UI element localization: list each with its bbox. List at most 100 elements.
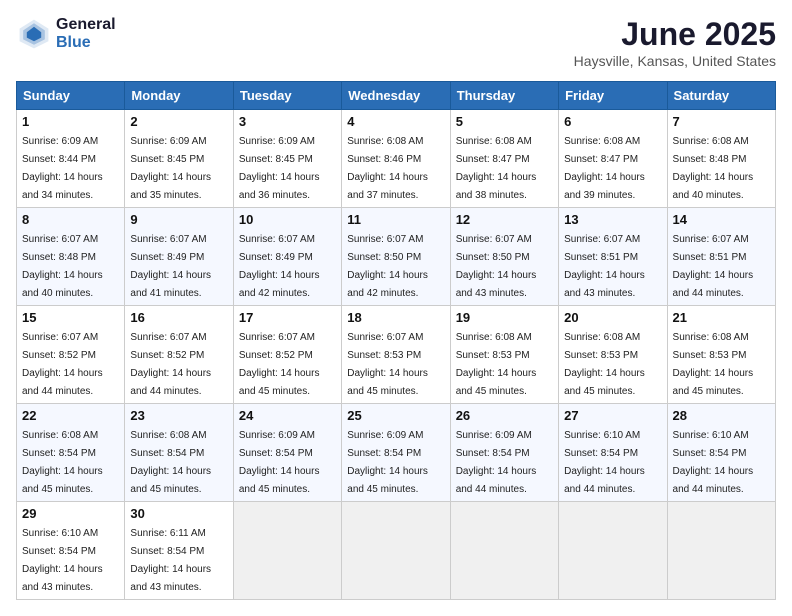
calendar-header-row: SundayMondayTuesdayWednesdayThursdayFrid… (17, 82, 776, 110)
logo-general: General (56, 16, 116, 34)
day-number: 30 (130, 506, 227, 521)
day-info: Sunrise: 6:08 AMSunset: 8:47 PMDaylight:… (564, 136, 645, 201)
day-info: Sunrise: 6:11 AMSunset: 8:54 PMDaylight:… (130, 528, 211, 593)
day-of-week-header: Wednesday (342, 82, 450, 110)
day-info: Sunrise: 6:09 AMSunset: 8:45 PMDaylight:… (130, 136, 211, 201)
day-number: 1 (22, 114, 119, 129)
day-number: 11 (347, 212, 444, 227)
calendar-day-cell (450, 502, 558, 600)
day-of-week-header: Tuesday (233, 82, 341, 110)
calendar-day-cell: 3 Sunrise: 6:09 AMSunset: 8:45 PMDayligh… (233, 110, 341, 208)
calendar-week-row: 22 Sunrise: 6:08 AMSunset: 8:54 PMDaylig… (17, 404, 776, 502)
calendar-day-cell: 15 Sunrise: 6:07 AMSunset: 8:52 PMDaylig… (17, 306, 125, 404)
calendar-day-cell: 25 Sunrise: 6:09 AMSunset: 8:54 PMDaylig… (342, 404, 450, 502)
day-number: 8 (22, 212, 119, 227)
day-info: Sunrise: 6:09 AMSunset: 8:45 PMDaylight:… (239, 136, 320, 201)
day-of-week-header: Saturday (667, 82, 775, 110)
day-number: 2 (130, 114, 227, 129)
day-number: 28 (673, 408, 770, 423)
calendar-day-cell: 6 Sunrise: 6:08 AMSunset: 8:47 PMDayligh… (559, 110, 667, 208)
day-number: 21 (673, 310, 770, 325)
day-info: Sunrise: 6:09 AMSunset: 8:44 PMDaylight:… (22, 136, 103, 201)
day-number: 18 (347, 310, 444, 325)
calendar-week-row: 29 Sunrise: 6:10 AMSunset: 8:54 PMDaylig… (17, 502, 776, 600)
day-info: Sunrise: 6:08 AMSunset: 8:46 PMDaylight:… (347, 136, 428, 201)
day-info: Sunrise: 6:07 AMSunset: 8:52 PMDaylight:… (130, 332, 211, 397)
day-number: 20 (564, 310, 661, 325)
day-info: Sunrise: 6:08 AMSunset: 8:53 PMDaylight:… (564, 332, 645, 397)
day-of-week-header: Sunday (17, 82, 125, 110)
title-section: June 2025 Haysville, Kansas, United Stat… (574, 16, 776, 69)
day-number: 7 (673, 114, 770, 129)
day-info: Sunrise: 6:07 AMSunset: 8:52 PMDaylight:… (22, 332, 103, 397)
day-info: Sunrise: 6:10 AMSunset: 8:54 PMDaylight:… (564, 430, 645, 495)
day-info: Sunrise: 6:07 AMSunset: 8:53 PMDaylight:… (347, 332, 428, 397)
calendar-day-cell: 26 Sunrise: 6:09 AMSunset: 8:54 PMDaylig… (450, 404, 558, 502)
calendar-day-cell: 11 Sunrise: 6:07 AMSunset: 8:50 PMDaylig… (342, 208, 450, 306)
day-info: Sunrise: 6:07 AMSunset: 8:48 PMDaylight:… (22, 234, 103, 299)
calendar-day-cell: 20 Sunrise: 6:08 AMSunset: 8:53 PMDaylig… (559, 306, 667, 404)
calendar-day-cell: 17 Sunrise: 6:07 AMSunset: 8:52 PMDaylig… (233, 306, 341, 404)
calendar-day-cell: 1 Sunrise: 6:09 AMSunset: 8:44 PMDayligh… (17, 110, 125, 208)
logo: General Blue (16, 16, 116, 52)
calendar-day-cell: 2 Sunrise: 6:09 AMSunset: 8:45 PMDayligh… (125, 110, 233, 208)
logo-blue: Blue (56, 34, 116, 52)
day-number: 14 (673, 212, 770, 227)
day-info: Sunrise: 6:08 AMSunset: 8:53 PMDaylight:… (673, 332, 754, 397)
day-info: Sunrise: 6:07 AMSunset: 8:49 PMDaylight:… (130, 234, 211, 299)
logo-icon (16, 16, 52, 52)
day-number: 19 (456, 310, 553, 325)
day-number: 17 (239, 310, 336, 325)
day-info: Sunrise: 6:09 AMSunset: 8:54 PMDaylight:… (239, 430, 320, 495)
calendar-day-cell (233, 502, 341, 600)
logo-text: General Blue (56, 16, 116, 51)
day-number: 23 (130, 408, 227, 423)
calendar-day-cell: 9 Sunrise: 6:07 AMSunset: 8:49 PMDayligh… (125, 208, 233, 306)
calendar-day-cell: 19 Sunrise: 6:08 AMSunset: 8:53 PMDaylig… (450, 306, 558, 404)
day-number: 10 (239, 212, 336, 227)
day-number: 12 (456, 212, 553, 227)
day-info: Sunrise: 6:09 AMSunset: 8:54 PMDaylight:… (456, 430, 537, 495)
day-number: 9 (130, 212, 227, 227)
calendar-day-cell: 22 Sunrise: 6:08 AMSunset: 8:54 PMDaylig… (17, 404, 125, 502)
day-of-week-header: Thursday (450, 82, 558, 110)
day-info: Sunrise: 6:09 AMSunset: 8:54 PMDaylight:… (347, 430, 428, 495)
calendar-day-cell (342, 502, 450, 600)
day-of-week-header: Monday (125, 82, 233, 110)
day-info: Sunrise: 6:08 AMSunset: 8:47 PMDaylight:… (456, 136, 537, 201)
calendar-table: SundayMondayTuesdayWednesdayThursdayFrid… (16, 81, 776, 600)
day-info: Sunrise: 6:07 AMSunset: 8:52 PMDaylight:… (239, 332, 320, 397)
calendar-day-cell: 8 Sunrise: 6:07 AMSunset: 8:48 PMDayligh… (17, 208, 125, 306)
day-info: Sunrise: 6:08 AMSunset: 8:53 PMDaylight:… (456, 332, 537, 397)
day-info: Sunrise: 6:08 AMSunset: 8:48 PMDaylight:… (673, 136, 754, 201)
calendar-day-cell: 29 Sunrise: 6:10 AMSunset: 8:54 PMDaylig… (17, 502, 125, 600)
day-info: Sunrise: 6:07 AMSunset: 8:49 PMDaylight:… (239, 234, 320, 299)
day-number: 6 (564, 114, 661, 129)
calendar-day-cell (559, 502, 667, 600)
calendar-day-cell: 18 Sunrise: 6:07 AMSunset: 8:53 PMDaylig… (342, 306, 450, 404)
month-title: June 2025 (574, 16, 776, 53)
day-number: 24 (239, 408, 336, 423)
calendar-day-cell: 16 Sunrise: 6:07 AMSunset: 8:52 PMDaylig… (125, 306, 233, 404)
calendar-day-cell: 30 Sunrise: 6:11 AMSunset: 8:54 PMDaylig… (125, 502, 233, 600)
calendar-day-cell: 5 Sunrise: 6:08 AMSunset: 8:47 PMDayligh… (450, 110, 558, 208)
day-info: Sunrise: 6:07 AMSunset: 8:50 PMDaylight:… (456, 234, 537, 299)
calendar-week-row: 15 Sunrise: 6:07 AMSunset: 8:52 PMDaylig… (17, 306, 776, 404)
day-info: Sunrise: 6:07 AMSunset: 8:51 PMDaylight:… (564, 234, 645, 299)
calendar-day-cell: 4 Sunrise: 6:08 AMSunset: 8:46 PMDayligh… (342, 110, 450, 208)
day-number: 27 (564, 408, 661, 423)
calendar-day-cell: 14 Sunrise: 6:07 AMSunset: 8:51 PMDaylig… (667, 208, 775, 306)
calendar-day-cell: 12 Sunrise: 6:07 AMSunset: 8:50 PMDaylig… (450, 208, 558, 306)
calendar-week-row: 8 Sunrise: 6:07 AMSunset: 8:48 PMDayligh… (17, 208, 776, 306)
calendar-day-cell: 10 Sunrise: 6:07 AMSunset: 8:49 PMDaylig… (233, 208, 341, 306)
day-number: 16 (130, 310, 227, 325)
day-info: Sunrise: 6:07 AMSunset: 8:50 PMDaylight:… (347, 234, 428, 299)
day-number: 22 (22, 408, 119, 423)
day-number: 15 (22, 310, 119, 325)
calendar-day-cell (667, 502, 775, 600)
location: Haysville, Kansas, United States (574, 53, 776, 69)
day-number: 13 (564, 212, 661, 227)
day-number: 4 (347, 114, 444, 129)
day-info: Sunrise: 6:08 AMSunset: 8:54 PMDaylight:… (130, 430, 211, 495)
day-info: Sunrise: 6:10 AMSunset: 8:54 PMDaylight:… (22, 528, 103, 593)
